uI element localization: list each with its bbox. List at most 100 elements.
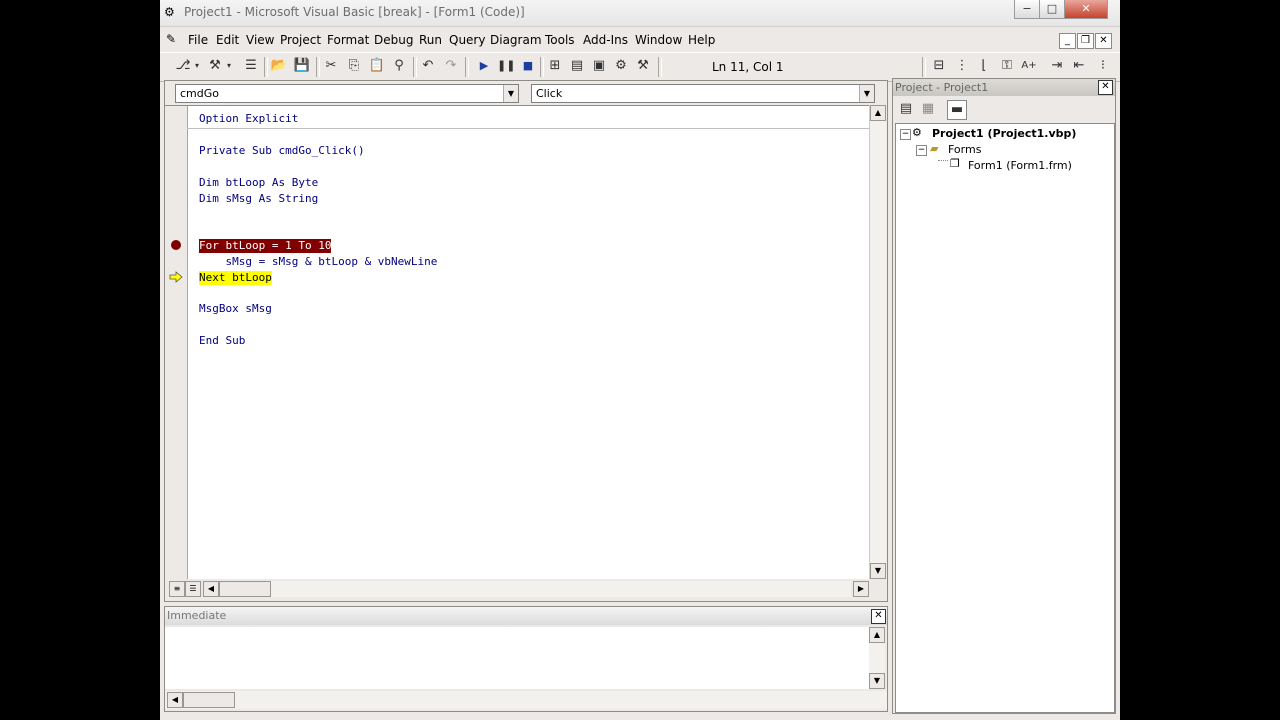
code-window: cmdGo ▼ Click ▼ Option Explicit Private … [164, 80, 888, 602]
chevron-down-icon[interactable]: ▼ [859, 85, 874, 102]
scroll-down-icon[interactable]: ▼ [870, 563, 886, 579]
close-icon[interactable]: ✕ [1098, 80, 1113, 95]
mdi-restore-button[interactable]: ❐ [1077, 33, 1094, 49]
project-explorer: Project - Project1 ✕ ▤ ▦ ▬ − ⚙ Project1 … [892, 78, 1116, 714]
project-tree[interactable]: − ⚙ Project1 (Project1.vbp) − ▰ Forms ❐ … [895, 123, 1115, 713]
lock-controls-icon[interactable]: ⚿ [998, 57, 1016, 75]
mdi-minimize-button[interactable]: _ [1059, 33, 1076, 49]
folder-icon: ▰ [930, 142, 939, 155]
paste-icon[interactable]: 📋 [368, 57, 386, 75]
cut-icon[interactable]: ✂ [322, 57, 340, 75]
procedure-view-icon[interactable]: ≡ [169, 581, 185, 597]
menu-tools[interactable]: Tools [545, 33, 575, 47]
object-combo[interactable]: cmdGo ▼ [175, 84, 519, 103]
open-project-icon[interactable]: 📂 [270, 57, 288, 75]
horizontal-scroll-thumb[interactable] [219, 581, 271, 597]
menu-format[interactable]: Format [327, 33, 369, 47]
form-layout-icon[interactable]: ▣ [590, 57, 608, 75]
form-icon: ❐ [950, 157, 960, 170]
toolbox-icon[interactable]: ⚒ [634, 57, 652, 75]
tree-project-node[interactable]: Project1 (Project1.vbp) [932, 127, 1076, 140]
immediate-horizontal-scrollbar[interactable]: ◀ [165, 691, 887, 709]
align-left-icon[interactable]: ⊟ [930, 57, 948, 75]
font-size-icon[interactable]: A+ [1020, 57, 1038, 75]
tree-form-node[interactable]: Form1 (Form1.frm) [968, 159, 1072, 172]
title-bar: ⚙ Project1 - Microsoft Visual Basic [bre… [160, 0, 1120, 27]
code-line: sMsg = sMsg & btLoop & vbNewLine [199, 255, 438, 268]
find-icon[interactable]: ⚲ [390, 57, 408, 75]
properties-window-icon[interactable]: ▤ [568, 57, 586, 75]
collapse-icon[interactable]: − [900, 129, 911, 140]
object-browser-icon[interactable]: ⚙ [612, 57, 630, 75]
toolbar-overflow-icon[interactable]: ⁝ [1094, 57, 1112, 75]
maximize-button[interactable]: □ [1039, 0, 1065, 19]
full-module-view-icon[interactable]: ☰ [185, 581, 201, 597]
breakpoint-margin[interactable] [165, 106, 188, 580]
toolbar-separator [465, 57, 469, 77]
menu-edit[interactable]: Edit [216, 33, 239, 47]
break-icon[interactable]: ❚❚ [497, 57, 515, 75]
project-explorer-icon[interactable]: ⊞ [546, 57, 564, 75]
project-explorer-toolbar: ▤ ▦ ▬ [897, 100, 967, 120]
toolbar-separator [540, 57, 544, 77]
menu-help[interactable]: Help [688, 33, 715, 47]
code-line: Option Explicit [199, 112, 299, 125]
toolbar-separator [658, 57, 662, 77]
dropdown-arrow-icon[interactable]: ▾ [192, 57, 202, 75]
project-explorer-title-bar: Project - Project1 ✕ [893, 79, 1115, 96]
code-line: Private Sub cmdGo_Click() [199, 144, 365, 157]
size-to-grid-icon[interactable]: ⌊ [975, 57, 993, 75]
immediate-input-area[interactable] [165, 627, 869, 689]
toggle-folders-icon[interactable]: ▬ [947, 100, 967, 120]
procedure-combo[interactable]: Click ▼ [531, 84, 875, 103]
immediate-vertical-scrollbar[interactable]: ▲ ▼ [869, 627, 885, 689]
menu-project[interactable]: Project [280, 33, 321, 47]
collapse-icon[interactable]: − [916, 145, 927, 156]
scroll-up-icon[interactable]: ▲ [869, 627, 885, 643]
scroll-down-icon[interactable]: ▼ [869, 673, 885, 689]
dropdown-arrow-icon[interactable]: ▾ [224, 57, 234, 75]
horizontal-scroll-thumb[interactable] [183, 692, 235, 708]
cursor-position-label: Ln 11, Col 1 [712, 60, 784, 74]
indent-icon[interactable]: ⇥ [1048, 57, 1066, 75]
end-icon[interactable]: ■ [519, 57, 537, 75]
close-icon[interactable]: ✕ [871, 609, 886, 624]
copy-icon[interactable]: ⎘ [345, 57, 363, 75]
scroll-left-icon[interactable]: ◀ [167, 692, 183, 708]
menu-debug[interactable]: Debug [374, 33, 413, 47]
add-form-icon[interactable]: ⚒ [206, 57, 224, 75]
view-code-icon[interactable]: ▤ [897, 100, 915, 118]
align-grid-icon[interactable]: ⋮ [953, 57, 971, 75]
menu-window[interactable]: Window [635, 33, 682, 47]
breakpoint-line: For btLoop = 1 To 10 [199, 239, 332, 253]
redo-icon[interactable]: ↷ [442, 57, 460, 75]
menu-editor-icon[interactable]: ☰ [242, 57, 260, 75]
menu-view[interactable]: View [246, 33, 274, 47]
minimize-button[interactable]: − [1014, 0, 1040, 19]
menu-query[interactable]: Query [449, 33, 485, 47]
breakpoint-icon[interactable] [170, 239, 182, 251]
immediate-window: Immediate ✕ ▲ ▼ ◀ [164, 606, 888, 712]
start-icon[interactable]: ▶ [475, 57, 493, 75]
code-vertical-scrollbar[interactable]: ▲ ▼ [869, 105, 886, 579]
chevron-down-icon[interactable]: ▼ [503, 85, 518, 102]
scroll-left-icon[interactable]: ◀ [203, 581, 219, 597]
menu-file[interactable]: File [188, 33, 208, 47]
code-editor[interactable]: Option Explicit Private Sub cmdGo_Click(… [165, 105, 869, 580]
immediate-title-bar: Immediate ✕ [165, 607, 887, 625]
vb6-ide-window: ⚙ Project1 - Microsoft Visual Basic [bre… [160, 0, 1120, 720]
scroll-up-icon[interactable]: ▲ [870, 105, 886, 121]
outdent-icon[interactable]: ⇤ [1070, 57, 1088, 75]
mdi-close-button[interactable]: ✕ [1095, 33, 1112, 49]
scroll-right-icon[interactable]: ▶ [853, 581, 869, 597]
tree-folder-node[interactable]: Forms [948, 143, 981, 156]
view-object-icon[interactable]: ▦ [919, 100, 937, 118]
undo-icon[interactable]: ↶ [419, 57, 437, 75]
menu-add-ins[interactable]: Add-Ins [583, 33, 628, 47]
menu-run[interactable]: Run [419, 33, 442, 47]
save-project-icon[interactable]: 💾 [293, 57, 311, 75]
horizontal-scroll-track[interactable] [271, 581, 851, 597]
menu-diagram[interactable]: Diagram [490, 33, 542, 47]
add-project-icon[interactable]: ⎇ [174, 57, 192, 75]
close-button[interactable]: ✕ [1064, 0, 1108, 19]
